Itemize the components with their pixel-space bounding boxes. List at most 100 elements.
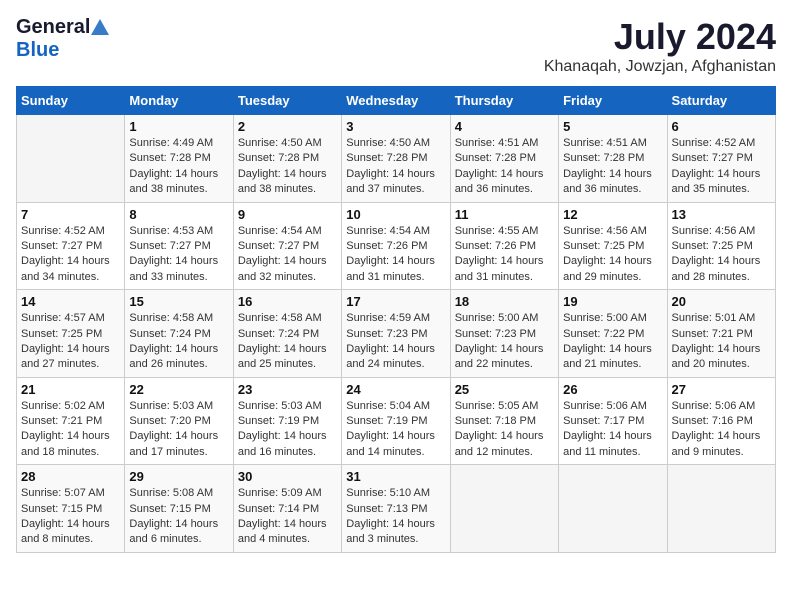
daylight-text: Daylight: 14 hours and 29 minutes. [563,254,662,285]
calendar-cell: 29 Sunrise: 5:08 AMSunset: 7:15 PMDayligh… [125,465,233,553]
calendar-cell: 12Sunrise: 4:56 AMSunset: 7:25 PMDayligh… [559,202,667,290]
sunset-text: Sunset: 7:13 PM [346,502,445,517]
sunrise-text: Sunrise: 5:03 AM [238,399,337,414]
calendar-cell [450,465,558,553]
day-info: Sunrise: 4:51 AMSunset: 7:28 PMDaylight:… [455,136,554,198]
daylight-text: Daylight: 14 hours and 11 minutes. [563,429,662,460]
daylight-text: Daylight: 14 hours and 27 minutes. [21,342,120,373]
calendar-week-row: 7Sunrise: 4:52 AMSunset: 7:27 PMDaylight… [17,202,776,290]
day-info: Sunrise: 4:54 AMSunset: 7:27 PMDaylight:… [238,224,337,286]
calendar-cell: 3Sunrise: 4:50 AMSunset: 7:28 PMDaylight… [342,115,450,203]
sunset-text: Sunset: 7:19 PM [346,414,445,429]
daylight-text: Daylight: 14 hours and 6 minutes. [129,517,228,548]
day-info: Sunrise: 5:00 AMSunset: 7:22 PMDaylight:… [563,311,662,373]
day-number: 22 [129,382,228,397]
day-number: 18 [455,294,554,309]
calendar-cell: 24 Sunrise: 5:04 AMSunset: 7:19 PMDayligh… [342,377,450,465]
calendar-cell: 2Sunrise: 4:50 AMSunset: 7:28 PMDaylight… [233,115,341,203]
day-number: 19 [563,294,662,309]
day-number: 5 [563,119,662,134]
day-info: Sunrise: 5:04 AMSunset: 7:19 PMDaylight:… [346,399,445,461]
logo-general: General [16,16,90,39]
day-number: 16 [238,294,337,309]
day-number: 1 [129,119,228,134]
daylight-text: Daylight: 14 hours and 38 minutes. [129,167,228,198]
calendar-table: SundayMondayTuesdayWednesdayThursdayFrid… [16,86,776,553]
sunset-text: Sunset: 7:26 PM [346,239,445,254]
day-info: Sunrise: 4:50 AMSunset: 7:28 PMDaylight:… [346,136,445,198]
sunrise-text: Sunrise: 5:05 AM [455,399,554,414]
calendar-cell: 30Sunrise: 5:09 AMSunset: 7:14 PMDayligh… [233,465,341,553]
sunset-text: Sunset: 7:28 PM [129,151,228,166]
sunrise-text: Sunrise: 5:03 AM [129,399,228,414]
calendar-header-row: SundayMondayTuesdayWednesdayThursdayFrid… [17,87,776,115]
sunrise-text: Sunrise: 4:58 AM [129,311,228,326]
daylight-text: Daylight: 14 hours and 36 minutes. [563,167,662,198]
month-title: July 2024 [544,16,776,58]
sunrise-text: Sunrise: 5:09 AM [238,486,337,501]
logo: General Blue [16,16,109,62]
daylight-text: Daylight: 14 hours and 25 minutes. [238,342,337,373]
day-info: Sunrise: 4:56 AMSunset: 7:25 PMDaylight:… [672,224,771,286]
daylight-text: Daylight: 14 hours and 18 minutes. [21,429,120,460]
sunset-text: Sunset: 7:26 PM [455,239,554,254]
daylight-text: Daylight: 14 hours and 14 minutes. [346,429,445,460]
day-number: 8 [129,207,228,222]
daylight-text: Daylight: 14 hours and 35 minutes. [672,167,771,198]
day-info: Sunrise: 4:58 AMSunset: 7:24 PMDaylight:… [129,311,228,373]
calendar-cell: 6Sunrise: 4:52 AMSunset: 7:27 PMDaylight… [667,115,775,203]
sunrise-text: Sunrise: 5:00 AM [455,311,554,326]
sunset-text: Sunset: 7:15 PM [129,502,228,517]
day-number: 14 [21,294,120,309]
sunset-text: Sunset: 7:25 PM [672,239,771,254]
sunset-text: Sunset: 7:28 PM [238,151,337,166]
day-header-saturday: Saturday [667,87,775,115]
day-header-friday: Friday [559,87,667,115]
daylight-text: Daylight: 14 hours and 16 minutes. [238,429,337,460]
day-info: Sunrise: 5:03 AMSunset: 7:19 PMDaylight:… [238,399,337,461]
day-header-tuesday: Tuesday [233,87,341,115]
sunset-text: Sunset: 7:14 PM [238,502,337,517]
daylight-text: Daylight: 14 hours and 8 minutes. [21,517,120,548]
day-header-monday: Monday [125,87,233,115]
daylight-text: Daylight: 14 hours and 28 minutes. [672,254,771,285]
day-number: 13 [672,207,771,222]
calendar-cell: 21Sunrise: 5:02 AMSunset: 7:21 PMDayligh… [17,377,125,465]
calendar-cell: 26Sunrise: 5:06 AMSunset: 7:17 PMDayligh… [559,377,667,465]
sunrise-text: Sunrise: 4:54 AM [238,224,337,239]
calendar-week-row: 14Sunrise: 4:57 AMSunset: 7:25 PMDayligh… [17,290,776,378]
daylight-text: Daylight: 14 hours and 17 minutes. [129,429,228,460]
daylight-text: Daylight: 14 hours and 21 minutes. [563,342,662,373]
day-info: Sunrise: 4:52 AMSunset: 7:27 PMDaylight:… [21,224,120,286]
day-info: Sunrise: 4:53 AMSunset: 7:27 PMDaylight:… [129,224,228,286]
day-info: Sunrise: 4:56 AMSunset: 7:25 PMDaylight:… [563,224,662,286]
day-info: Sunrise: 5:00 AMSunset: 7:23 PMDaylight:… [455,311,554,373]
daylight-text: Daylight: 14 hours and 31 minutes. [455,254,554,285]
calendar-cell [17,115,125,203]
sunrise-text: Sunrise: 5:06 AM [563,399,662,414]
day-info: Sunrise: 5:08 AMSunset: 7:15 PMDaylight:… [129,486,228,548]
day-number: 9 [238,207,337,222]
sunset-text: Sunset: 7:27 PM [21,239,120,254]
day-number: 20 [672,294,771,309]
sunset-text: Sunset: 7:21 PM [21,414,120,429]
sunrise-text: Sunrise: 5:07 AM [21,486,120,501]
day-header-wednesday: Wednesday [342,87,450,115]
day-info: Sunrise: 5:03 AMSunset: 7:20 PMDaylight:… [129,399,228,461]
day-info: Sunrise: 4:54 AMSunset: 7:26 PMDaylight:… [346,224,445,286]
sunset-text: Sunset: 7:25 PM [563,239,662,254]
sunset-text: Sunset: 7:16 PM [672,414,771,429]
calendar-cell: 11Sunrise: 4:55 AMSunset: 7:26 PMDayligh… [450,202,558,290]
title-area: July 2024 Khanaqah, Jowzjan, Afghanistan [544,16,776,76]
sunrise-text: Sunrise: 4:59 AM [346,311,445,326]
sunrise-text: Sunrise: 5:02 AM [21,399,120,414]
sunrise-text: Sunrise: 5:04 AM [346,399,445,414]
sunset-text: Sunset: 7:27 PM [129,239,228,254]
daylight-text: Daylight: 14 hours and 38 minutes. [238,167,337,198]
daylight-text: Daylight: 14 hours and 36 minutes. [455,167,554,198]
daylight-text: Daylight: 14 hours and 32 minutes. [238,254,337,285]
calendar-cell: 5Sunrise: 4:51 AMSunset: 7:28 PMDaylight… [559,115,667,203]
daylight-text: Daylight: 14 hours and 20 minutes. [672,342,771,373]
day-number: 24 [346,382,445,397]
day-number: 29 [129,469,228,484]
